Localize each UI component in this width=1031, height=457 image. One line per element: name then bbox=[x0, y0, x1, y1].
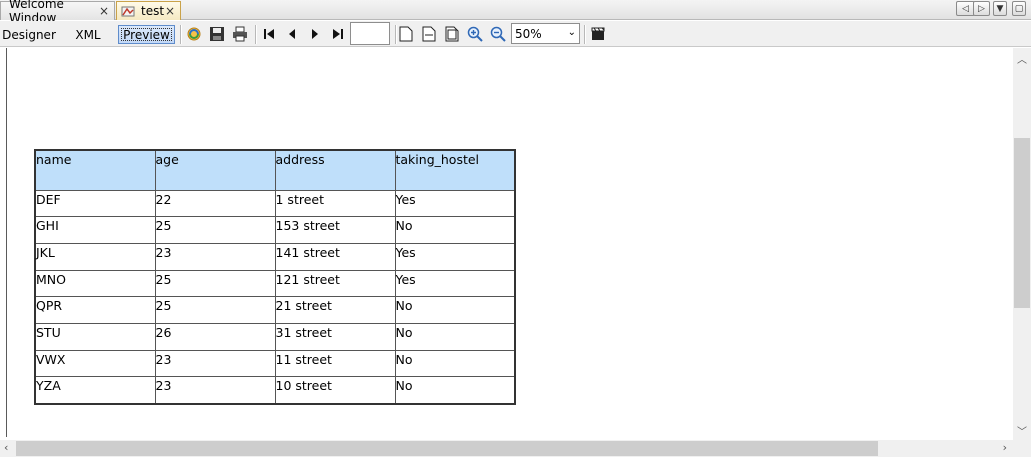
cell-name: JKL bbox=[34, 242, 156, 271]
cell-name: YZA bbox=[34, 376, 156, 404]
cell-name: STU bbox=[34, 322, 156, 351]
cell-address: 1 street bbox=[274, 189, 396, 218]
document-tab-bar: Welcome Window × test × ◁ ▷ ▼ ▢ bbox=[0, 0, 1031, 25]
zoom-in-icon[interactable] bbox=[467, 26, 483, 42]
cell-taking-hostel: No bbox=[394, 376, 516, 404]
designer-button[interactable]: Designer bbox=[2, 25, 56, 44]
preview-button[interactable]: Preview bbox=[118, 25, 175, 44]
cell-age: 25 bbox=[154, 216, 276, 244]
column-header-age: age bbox=[154, 149, 276, 191]
print-icon[interactable] bbox=[232, 26, 248, 42]
cell-name: VWX bbox=[34, 349, 156, 378]
xml-button[interactable]: XML bbox=[72, 25, 104, 44]
scrollbar-corner bbox=[1013, 440, 1031, 457]
scroll-down-icon[interactable]: ﹀ bbox=[1017, 423, 1027, 438]
table-row: QPR 25 21 street No bbox=[34, 296, 516, 324]
page-left-edge bbox=[6, 48, 7, 437]
horizontal-scrollbar[interactable]: ‹ › bbox=[0, 440, 1013, 457]
chevron-down-icon: ⌄ bbox=[567, 27, 576, 38]
vertical-scroll-thumb[interactable] bbox=[1014, 138, 1030, 308]
cell-address: 141 street bbox=[274, 242, 396, 271]
table-row: JKL 23 141 street Yes bbox=[34, 242, 516, 271]
maximize-icon[interactable]: ▢ bbox=[1012, 1, 1026, 16]
fit-width-icon[interactable] bbox=[421, 26, 437, 42]
close-icon[interactable]: × bbox=[165, 4, 175, 18]
next-page-icon[interactable] bbox=[307, 26, 323, 42]
toolbar-separator bbox=[584, 25, 585, 44]
page-number-input[interactable] bbox=[350, 22, 390, 45]
close-icon[interactable]: × bbox=[99, 4, 109, 18]
table-row: MNO 25 121 street Yes bbox=[34, 269, 516, 298]
cell-address: 121 street bbox=[274, 269, 396, 298]
last-page-icon[interactable] bbox=[330, 26, 346, 42]
report-icon bbox=[121, 6, 135, 17]
single-page-icon[interactable] bbox=[398, 26, 414, 42]
cell-name: GHI bbox=[34, 216, 156, 244]
cell-taking-hostel: Yes bbox=[394, 242, 516, 271]
refresh-icon[interactable] bbox=[186, 26, 202, 42]
zoom-level-select[interactable]: 50% ⌄ bbox=[511, 23, 580, 44]
fit-page-icon[interactable] bbox=[444, 26, 460, 42]
scroll-tabs-right-icon[interactable]: ▷ bbox=[973, 1, 990, 16]
cell-address: 153 street bbox=[274, 216, 396, 244]
cell-address: 10 street bbox=[274, 376, 396, 404]
export-icon[interactable] bbox=[590, 26, 606, 42]
scroll-right-icon[interactable]: › bbox=[1003, 441, 1007, 454]
tab-list-dropdown-icon[interactable]: ▼ bbox=[993, 1, 1007, 16]
table-row: VWX 23 11 street No bbox=[34, 349, 516, 378]
cell-taking-hostel: Yes bbox=[394, 269, 516, 298]
table-row: DEF 22 1 street Yes bbox=[34, 189, 516, 218]
table-row: YZA 23 10 street No bbox=[34, 376, 516, 404]
cell-address: 31 street bbox=[274, 322, 396, 351]
column-header-name: name bbox=[34, 149, 156, 191]
cell-taking-hostel: No bbox=[394, 322, 516, 351]
table-row: GHI 25 153 street No bbox=[34, 216, 516, 244]
toolbar-separator bbox=[255, 25, 256, 44]
cell-name: MNO bbox=[34, 269, 156, 298]
zoom-level-value: 50% bbox=[515, 26, 542, 41]
scroll-up-icon[interactable]: ︿ bbox=[1017, 51, 1027, 66]
zoom-out-icon[interactable] bbox=[490, 26, 506, 42]
cell-taking-hostel: Yes bbox=[394, 189, 516, 218]
vertical-scrollbar[interactable]: ︿ ﹀ bbox=[1013, 48, 1031, 440]
first-page-icon[interactable] bbox=[261, 26, 277, 42]
horizontal-scroll-thumb[interactable] bbox=[16, 441, 878, 456]
tab-welcome-window[interactable]: Welcome Window × bbox=[0, 0, 115, 25]
table-row: STU 26 31 street No bbox=[34, 322, 516, 351]
table-header-row: name age address taking_hostel bbox=[34, 149, 516, 191]
prev-page-icon[interactable] bbox=[284, 26, 300, 42]
scroll-left-icon[interactable]: ‹ bbox=[4, 441, 8, 454]
cell-age: 25 bbox=[154, 296, 276, 324]
cell-age: 26 bbox=[154, 322, 276, 351]
cell-age: 23 bbox=[154, 242, 276, 271]
cell-age: 22 bbox=[154, 189, 276, 218]
cell-name: DEF bbox=[34, 189, 156, 218]
column-header-taking-hostel: taking_hostel bbox=[394, 149, 516, 191]
report-table: name age address taking_hostel DEF 22 1 … bbox=[34, 149, 516, 405]
tab-label: test bbox=[141, 4, 165, 18]
cell-taking-hostel: No bbox=[394, 349, 516, 378]
cell-address: 11 street bbox=[274, 349, 396, 378]
tab-test[interactable]: test × bbox=[116, 1, 181, 20]
cell-age: 23 bbox=[154, 349, 276, 378]
toolbar-separator bbox=[395, 25, 396, 44]
cell-name: QPR bbox=[34, 296, 156, 324]
cell-taking-hostel: No bbox=[394, 216, 516, 244]
column-header-address: address bbox=[274, 149, 396, 191]
cell-taking-hostel: No bbox=[394, 296, 516, 324]
cell-age: 25 bbox=[154, 269, 276, 298]
save-icon[interactable] bbox=[209, 26, 225, 42]
toolbar-separator bbox=[180, 25, 181, 44]
cell-address: 21 street bbox=[274, 296, 396, 324]
cell-age: 23 bbox=[154, 376, 276, 404]
